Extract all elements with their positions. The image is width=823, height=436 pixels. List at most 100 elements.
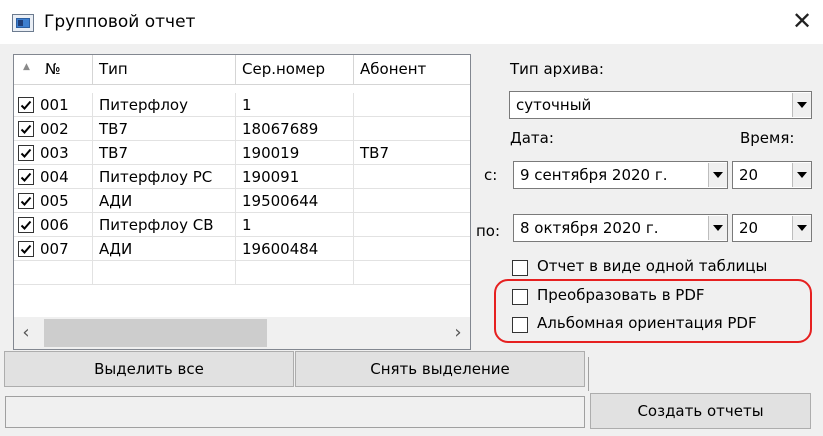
row-checkbox[interactable] xyxy=(18,97,34,113)
row-checkbox[interactable] xyxy=(18,217,34,233)
cell-type: ТВ7 xyxy=(93,117,236,141)
table-row[interactable]: 007 АДИ 19600484 xyxy=(14,237,470,261)
convert-pdf-label[interactable]: Преобразовать в PDF xyxy=(537,286,705,304)
empty-cell xyxy=(354,261,470,285)
chevron-down-icon[interactable] xyxy=(792,216,811,240)
single-table-label[interactable]: Отчет в виде одной таблицы xyxy=(537,257,767,275)
cell-subscriber: ТВ7 xyxy=(354,141,470,165)
column-header-subscriber[interactable]: Абонент xyxy=(354,55,470,85)
empty-cell xyxy=(236,261,354,285)
cell-serial: 19600484 xyxy=(236,237,354,261)
cell-type: АДИ xyxy=(93,189,236,213)
from-label: с: xyxy=(484,166,498,184)
row-number: 002 xyxy=(40,120,69,138)
cell-serial: 190019 xyxy=(236,141,354,165)
row-number-cell[interactable]: 005 xyxy=(14,189,93,213)
row-checkbox[interactable] xyxy=(18,241,34,257)
cell-subscriber xyxy=(354,165,470,189)
cell-serial: 190091 xyxy=(236,165,354,189)
scroll-right-icon[interactable]: › xyxy=(448,317,468,349)
row-number-cell[interactable]: 002 xyxy=(14,117,93,141)
cell-subscriber xyxy=(354,237,470,261)
checkmark-icon xyxy=(20,148,32,158)
empty-cell xyxy=(14,261,93,285)
checkmark-icon xyxy=(20,100,32,110)
column-header-type[interactable]: Тип xyxy=(93,55,236,85)
cell-serial: 1 xyxy=(236,93,354,117)
cell-type: Питерфлоу xyxy=(93,93,236,117)
row-number-cell[interactable]: 006 xyxy=(14,213,93,237)
column-header-serial[interactable]: Сер.номер xyxy=(236,55,354,85)
chevron-down-icon[interactable] xyxy=(708,216,727,240)
checkmark-icon xyxy=(20,244,32,254)
row-number: 005 xyxy=(40,192,69,210)
to-date-picker[interactable]: 8 октября 2020 г. xyxy=(513,214,728,242)
create-reports-button[interactable]: Создать отчеты xyxy=(590,393,811,429)
scroll-left-icon[interactable]: ‹ xyxy=(16,317,36,349)
row-checkbox[interactable] xyxy=(18,193,34,209)
row-number: 003 xyxy=(40,144,69,162)
landscape-pdf-label[interactable]: Альбомная ориентация PDF xyxy=(537,314,757,332)
checkmark-icon xyxy=(20,124,32,134)
table-row[interactable]: 002 ТВ7 18067689 xyxy=(14,117,470,141)
column-header-num[interactable]: ▲ № xyxy=(14,55,93,85)
table-row[interactable]: 001 Питерфлоу 1 xyxy=(14,93,470,117)
to-label: по: xyxy=(476,222,501,240)
table-row[interactable]: 005 АДИ 19500644 xyxy=(14,189,470,213)
device-table[interactable]: ▲ № Тип Сер.номер Абонент 001 Питерфлоу 1 0… xyxy=(13,54,471,350)
landscape-pdf-checkbox[interactable] xyxy=(512,317,528,333)
row-number-cell[interactable]: 007 xyxy=(14,237,93,261)
empty-cell xyxy=(93,261,236,285)
chevron-down-icon[interactable] xyxy=(792,163,811,187)
convert-pdf-checkbox[interactable] xyxy=(512,289,528,305)
to-time-select[interactable]: 20 xyxy=(732,214,812,242)
select-all-button[interactable]: Выделить все xyxy=(4,351,294,387)
horizontal-scrollbar[interactable]: ‹ › xyxy=(14,317,470,349)
cell-type: АДИ xyxy=(93,237,236,261)
time-label: Время: xyxy=(740,129,795,147)
cell-subscriber xyxy=(354,213,470,237)
table-row[interactable]: 004 Питерфлоу РС 190091 xyxy=(14,165,470,189)
status-bar xyxy=(5,396,585,428)
cell-serial: 19500644 xyxy=(236,189,354,213)
row-number: 007 xyxy=(40,240,69,258)
date-label: Дата: xyxy=(510,129,554,147)
row-number-cell[interactable]: 001 xyxy=(14,93,93,117)
archive-type-select[interactable]: суточный xyxy=(509,91,812,119)
app-window-icon xyxy=(12,14,34,32)
checkmark-icon xyxy=(20,196,32,206)
checkmark-icon xyxy=(20,172,32,182)
chevron-down-icon[interactable] xyxy=(792,93,811,117)
cell-type: Питерфлоу СВ xyxy=(93,213,236,237)
sort-ascending-icon: ▲ xyxy=(23,62,30,72)
single-table-checkbox[interactable] xyxy=(512,260,528,276)
table-row[interactable]: 003 ТВ7 190019 ТВ7 xyxy=(14,141,470,165)
cell-type: ТВ7 xyxy=(93,141,236,165)
row-number: 006 xyxy=(40,216,69,234)
from-time-select[interactable]: 20 xyxy=(732,161,812,189)
cell-serial: 1 xyxy=(236,213,354,237)
row-checkbox[interactable] xyxy=(18,169,34,185)
close-icon[interactable]: ✕ xyxy=(788,7,816,35)
row-number-cell[interactable]: 004 xyxy=(14,165,93,189)
cell-subscriber xyxy=(354,93,470,117)
row-number: 004 xyxy=(40,168,69,186)
chevron-down-icon[interactable] xyxy=(708,163,727,187)
table-row[interactable]: 006 Питерфлоу СВ 1 xyxy=(14,213,470,237)
archive-type-label: Тип архива: xyxy=(510,60,604,78)
cell-subscriber xyxy=(354,117,470,141)
divider xyxy=(588,357,589,391)
deselect-button[interactable]: Снять выделение xyxy=(295,351,585,387)
row-number-cell[interactable]: 003 xyxy=(14,141,93,165)
cell-serial: 18067689 xyxy=(236,117,354,141)
cell-type: Питерфлоу РС xyxy=(93,165,236,189)
row-checkbox[interactable] xyxy=(18,145,34,161)
row-number: 001 xyxy=(40,96,69,114)
empty-row xyxy=(14,261,470,285)
checkmark-icon xyxy=(20,220,32,230)
scroll-thumb[interactable] xyxy=(44,319,267,347)
cell-subscriber xyxy=(354,189,470,213)
row-checkbox[interactable] xyxy=(18,121,34,137)
window-title: Групповой отчет xyxy=(44,12,196,32)
from-date-picker[interactable]: 9 сентября 2020 г. xyxy=(513,161,728,189)
